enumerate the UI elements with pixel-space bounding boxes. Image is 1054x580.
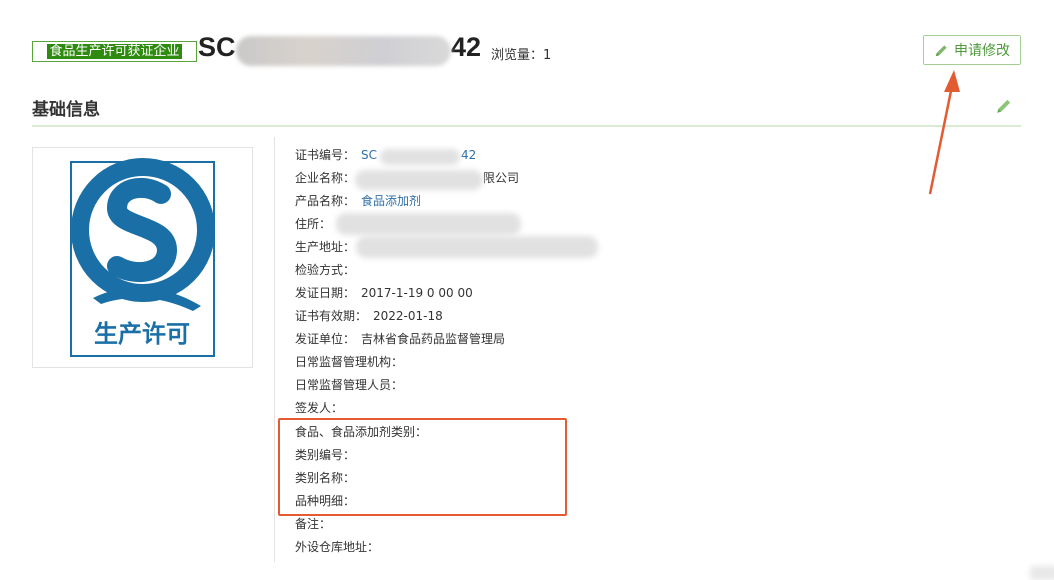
field-label: 签发人：	[295, 401, 344, 415]
field-label: 证书编号：	[295, 148, 356, 162]
issue-date-value: 2017-1-19 0 00 00	[361, 286, 473, 300]
field-product-name: 产品名称： 食品添加剂	[295, 192, 421, 212]
cert-number-tail: 42	[461, 148, 477, 162]
issuing-authority-value: 吉林省食品药品监督管理局	[361, 332, 506, 346]
certified-company-tag-label: 食品生产许可获证企业	[47, 44, 182, 59]
redaction-blur	[355, 170, 483, 190]
field-label: 产品名称：	[295, 194, 356, 208]
request-edit-button[interactable]: 申请修改	[923, 35, 1021, 65]
field-inspection-method: 检验方式：	[295, 261, 355, 281]
field-signer: 签发人：	[295, 399, 343, 419]
cert-number-link[interactable]: SC	[361, 148, 377, 162]
product-name-link[interactable]: 食品添加剂	[361, 194, 421, 208]
certificate-code-prefix: SC	[198, 32, 236, 62]
certified-company-tag: 食品生产许可获证企业	[32, 41, 197, 62]
field-label: 企业名称：	[295, 171, 356, 185]
vertical-divider	[274, 137, 275, 562]
annotation-arrow-icon	[928, 70, 960, 195]
field-label: 生产地址：	[295, 240, 356, 254]
field-label: 发证单位：	[295, 332, 356, 346]
pencil-icon	[935, 44, 947, 56]
field-production-address: 生产地址：	[295, 238, 355, 258]
field-label: 发证日期：	[295, 286, 356, 300]
field-label: 住所：	[295, 217, 332, 231]
field-valid-until: 证书有效期： 2022-01-18	[295, 307, 443, 327]
field-supervision-staff: 日常监督管理人员：	[295, 376, 403, 396]
certificate-code-title: SC 42	[198, 32, 481, 63]
section-title: 基础信息	[32, 100, 100, 120]
field-label: 证书有效期：	[295, 309, 368, 323]
redaction-blur	[236, 36, 451, 66]
field-label: 日常监督管理机构：	[295, 355, 404, 369]
view-count-label: 浏览量：	[491, 48, 544, 63]
field-external-warehouse: 外设仓库地址：	[295, 538, 379, 558]
logo-caption: 生产许可	[94, 319, 190, 348]
field-remarks: 备注：	[295, 515, 331, 535]
field-label: 外设仓库地址：	[295, 540, 380, 554]
qs-license-logo-image: 生产许可	[70, 158, 215, 357]
certificate-code-suffix: 42	[451, 32, 482, 62]
redaction-blur	[380, 149, 460, 165]
field-supervision-agency: 日常监督管理机构：	[295, 353, 403, 373]
field-label: 备注：	[295, 517, 332, 531]
view-count-value: 1	[543, 48, 552, 63]
license-logo: 生产许可	[32, 147, 253, 368]
request-edit-label: 申请修改	[954, 43, 1010, 59]
field-label: 检验方式：	[295, 263, 356, 277]
field-issuing-authority: 发证单位： 吉林省食品药品监督管理局	[295, 330, 505, 350]
valid-until-value: 2022-01-18	[373, 309, 443, 323]
annotation-highlight-box	[278, 418, 567, 516]
field-address: 住所：	[295, 215, 331, 235]
edit-section-pencil-icon[interactable]	[995, 97, 1013, 115]
field-label: 日常监督管理人员：	[295, 378, 404, 392]
section-divider	[32, 125, 1021, 127]
company-name-tail: 限公司	[483, 171, 520, 185]
redaction-blur	[356, 236, 598, 258]
field-issue-date: 发证日期： 2017-1-19 0 00 00	[295, 284, 473, 304]
redaction-blur	[336, 213, 521, 235]
view-count: 浏览量：1	[491, 44, 551, 63]
